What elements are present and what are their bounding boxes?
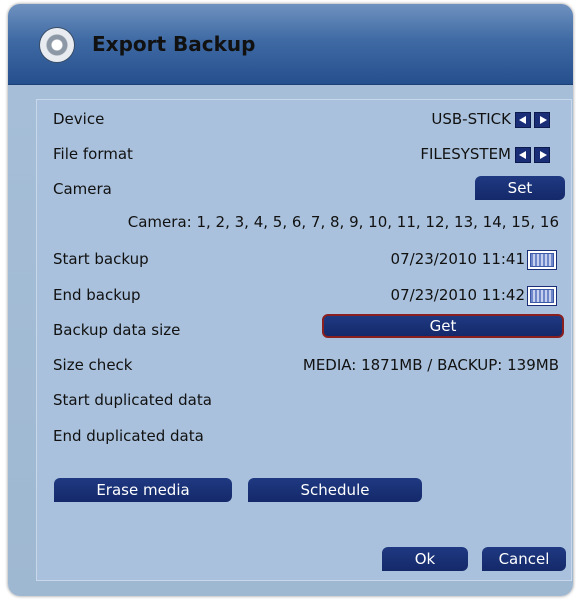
cancel-button[interactable]: Cancel bbox=[482, 547, 566, 571]
export-backup-dialog: Export Backup Device USB-STICK File form… bbox=[8, 4, 573, 596]
device-prev-arrow-icon[interactable] bbox=[515, 112, 531, 128]
dialog-title: Export Backup bbox=[92, 32, 256, 56]
ok-button[interactable]: Ok bbox=[382, 547, 468, 571]
device-next-arrow-icon[interactable] bbox=[534, 112, 550, 128]
erase-media-button[interactable]: Erase media bbox=[54, 478, 232, 502]
camera-list: Camera: 1, 2, 3, 4, 5, 6, 7, 8, 9, 10, 1… bbox=[127, 213, 559, 231]
device-label: Device bbox=[53, 110, 105, 128]
size-check-value: MEDIA: 1871MB / BACKUP: 139MB bbox=[302, 356, 559, 374]
start-backup-label: Start backup bbox=[53, 250, 149, 268]
schedule-button[interactable]: Schedule bbox=[248, 478, 422, 502]
end-backup-label: End backup bbox=[53, 286, 141, 304]
backup-data-size-label: Backup data size bbox=[53, 321, 181, 339]
file-format-value: FILESYSTEM bbox=[420, 145, 511, 163]
start-backup-calendar-icon[interactable] bbox=[527, 250, 557, 270]
get-size-button[interactable]: Get bbox=[322, 314, 564, 338]
title-bar: Export Backup bbox=[8, 4, 573, 85]
file-format-next-arrow-icon[interactable] bbox=[534, 147, 550, 163]
start-backup-value: 07/23/2010 11:41 bbox=[390, 250, 525, 268]
end-duplicated-label: End duplicated data bbox=[53, 427, 204, 445]
size-check-label: Size check bbox=[53, 356, 133, 374]
device-value: USB-STICK bbox=[431, 110, 511, 128]
file-format-prev-arrow-icon[interactable] bbox=[515, 147, 531, 163]
end-backup-calendar-icon[interactable] bbox=[527, 286, 557, 306]
start-duplicated-label: Start duplicated data bbox=[53, 391, 212, 409]
camera-label: Camera bbox=[53, 180, 112, 198]
end-backup-value: 07/23/2010 11:42 bbox=[390, 286, 525, 304]
camera-set-button[interactable]: Set bbox=[475, 176, 565, 200]
settings-panel: Device USB-STICK File format FILESYSTEM … bbox=[36, 99, 572, 581]
file-format-label: File format bbox=[53, 145, 133, 163]
disc-icon bbox=[40, 28, 74, 62]
